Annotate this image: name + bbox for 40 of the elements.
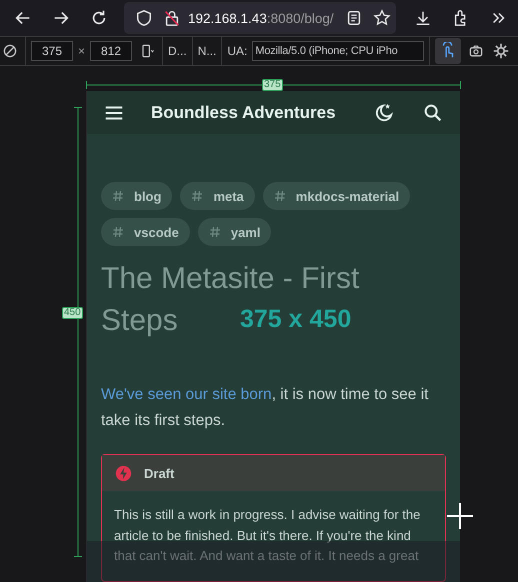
tag-link[interactable]: vscode <box>101 218 190 246</box>
intro-paragraph: We've seen our site born, it is now time to see it take its first steps. <box>101 385 430 431</box>
hash-icon <box>208 226 221 238</box>
lightning-icon <box>115 464 132 482</box>
hash-icon <box>274 190 286 202</box>
search-icon[interactable] <box>422 102 444 124</box>
width-ruler-label: 375 <box>262 79 283 91</box>
crosshair-icon <box>447 503 473 529</box>
tag-link[interactable]: yaml <box>198 218 272 246</box>
site-title[interactable]: Boundless Adventures <box>151 102 372 122</box>
user-agent-field[interactable]: Mozilla/5.0 (iPhone; CPU iPho <box>252 41 424 61</box>
star-icon[interactable] <box>372 9 391 27</box>
url-text: 192.168.1.43:8080/blog/ <box>188 10 334 26</box>
times-sign: × <box>78 44 86 58</box>
hash-icon <box>112 190 124 202</box>
article-title-line: Steps <box>101 303 178 339</box>
address-bar[interactable]: 192.168.1.43:8080/blog/ <box>124 2 396 34</box>
network-select[interactable]: N... <box>198 44 216 58</box>
tag-link[interactable]: meta <box>180 182 255 210</box>
hash-icon <box>191 190 204 202</box>
site-born-link[interactable]: We've seen our site born <box>101 386 272 403</box>
touch-simulation-button[interactable] <box>435 38 462 64</box>
admonition-title: Draft <box>144 466 174 480</box>
reload-icon[interactable] <box>90 9 108 27</box>
hash-icon <box>112 226 124 238</box>
download-icon[interactable] <box>414 9 432 27</box>
tag-link[interactable]: mkdocs-material <box>262 182 410 210</box>
width-field[interactable]: 375 <box>31 41 73 61</box>
height-field[interactable]: 812 <box>90 41 132 61</box>
height-ruler-label: 450 <box>62 307 83 319</box>
device-select[interactable]: D... <box>168 44 187 58</box>
insecure-lock-icon[interactable] <box>163 9 181 27</box>
shield-icon[interactable] <box>135 9 153 27</box>
viewport-size-overlay: 375 x 450 <box>240 305 352 334</box>
camera-icon[interactable] <box>468 43 484 59</box>
ua-label: UA: <box>227 44 248 58</box>
admonition-text: This is still a work in progress. I advise waiting for the article to be finished. But it's there. If you're the kind that can't wait. And want a taste of it. It needs a great <box>113 506 422 565</box>
settings-icon[interactable] <box>493 43 510 59</box>
article-title-line: The Metasite - First <box>101 261 360 297</box>
tag-link[interactable]: blog <box>101 182 172 210</box>
